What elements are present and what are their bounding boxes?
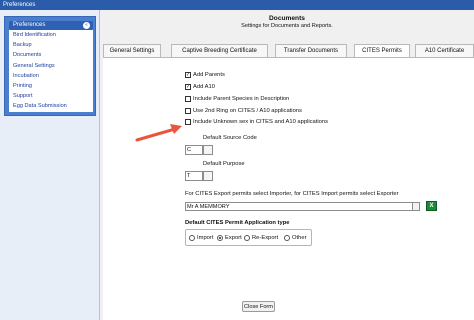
nav-item-egg-data-submission[interactable]: Egg Data Submission [9,101,93,111]
nav-item-documents[interactable]: Documents [9,50,93,60]
radio-other[interactable] [284,235,290,241]
include-unknown-sex-checkbox[interactable] [185,119,191,125]
source-code-lookup-button[interactable] [203,145,213,155]
radio-export[interactable] [217,235,223,241]
use-2nd-ring-checkbox[interactable] [185,108,191,114]
add-parents-label: Add Parents [193,72,225,78]
nav-item-printing[interactable]: Printing [9,81,93,91]
nav-item-backup[interactable]: Backup [9,40,93,50]
default-purpose-label: Default Purpose [203,161,245,167]
nav-list: Bird Identification Backup Documents Gen… [9,30,93,112]
preferences-nav-panel: Preferences « Bird Identification Backup… [4,16,96,116]
page-subtitle: Settings for Documents and Reports. [241,23,333,29]
nav-item-support[interactable]: Support [9,91,93,101]
nav-item-bird-identification[interactable]: Bird Identification [9,30,93,40]
nav-header[interactable]: Preferences « [9,21,93,30]
default-purpose-field[interactable]: T [185,171,203,181]
nav-item-general-settings[interactable]: General Settings [9,61,93,71]
tab-transfer-documents[interactable]: Transfer Documents [275,44,347,57]
page-title: Documents [269,15,305,22]
add-a10-checkbox[interactable]: ✓ [185,84,191,90]
radio-import[interactable] [189,235,195,241]
tab-cites-permits[interactable]: CITES Permits [354,44,410,58]
default-source-code-label: Default Source Code [203,135,257,141]
collapse-icon[interactable]: « [83,22,90,29]
exporter-importer-field[interactable]: Mr A MEMMORY [185,202,420,211]
tab-general-settings[interactable]: General Settings [103,44,161,57]
add-parents-checkbox[interactable]: ✓ [185,72,191,78]
exporter-browse-button[interactable] [412,202,420,211]
window-title: Preferences [3,2,36,8]
purpose-lookup-button[interactable] [203,171,213,181]
include-parent-species-label: Include Parent Species in Description [193,96,290,102]
radio-export-label: Export [225,235,242,241]
window-title-bar: Preferences [0,0,474,10]
include-parent-species-checkbox[interactable] [185,96,191,102]
radio-other-label: Other [292,235,307,241]
radio-re-export-label: Re-Export [252,235,279,241]
default-source-code-field[interactable]: C [185,145,203,155]
excel-icon[interactable]: X [426,201,437,211]
permit-type-label: Default CITES Permit Application type [185,220,290,226]
nav-header-label: Preferences [13,22,46,28]
tab-captive-breeding-certificate[interactable]: Captive Breeding Certificate [171,44,268,57]
close-form-button[interactable]: Close Form [242,301,275,312]
radio-import-label: Import [197,235,214,241]
include-unknown-sex-label: Include Unknown sex in CITES and A10 app… [193,119,329,125]
add-a10-label: Add A10 [193,84,215,90]
nav-item-incubation[interactable]: Incubation [9,71,93,81]
radio-re-export[interactable] [244,235,250,241]
annotation-arrow-icon [135,124,182,142]
use-2nd-ring-label: Use 2nd Ring on CITES / A10 applications [193,108,302,114]
left-pane: Preferences « Bird Identification Backup… [0,10,100,320]
exporter-importer-label: For CITES Export permits select Importer… [185,191,399,197]
tab-a10-certificate[interactable]: A10 Certificate [415,44,474,57]
tab-strip: General Settings Captive Breeding Certif… [103,44,474,58]
